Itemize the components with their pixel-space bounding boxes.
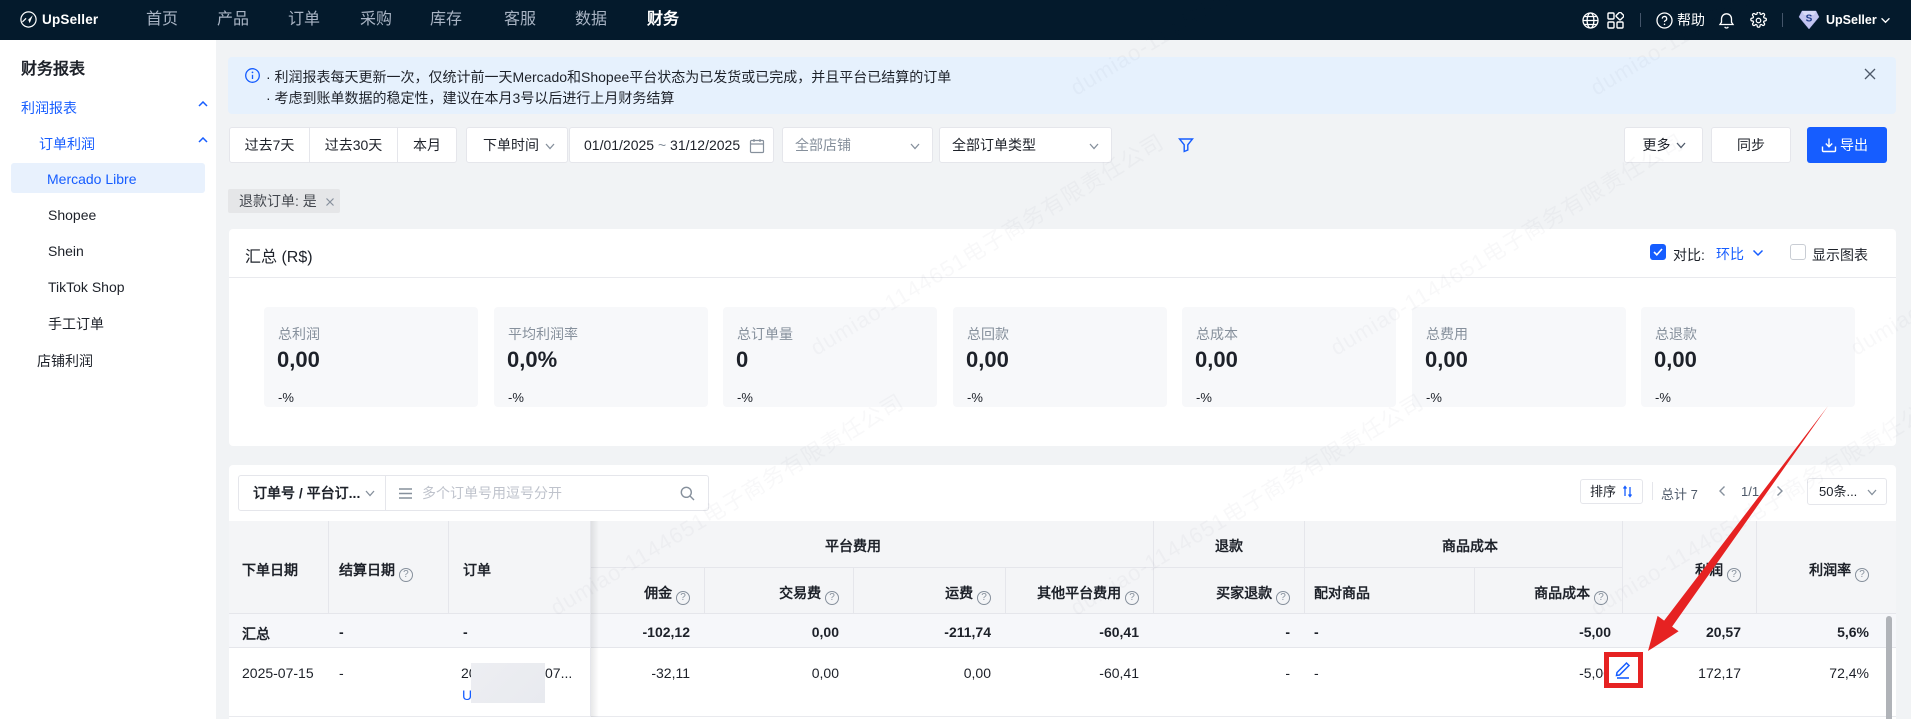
svg-text:S: S xyxy=(1806,14,1813,25)
